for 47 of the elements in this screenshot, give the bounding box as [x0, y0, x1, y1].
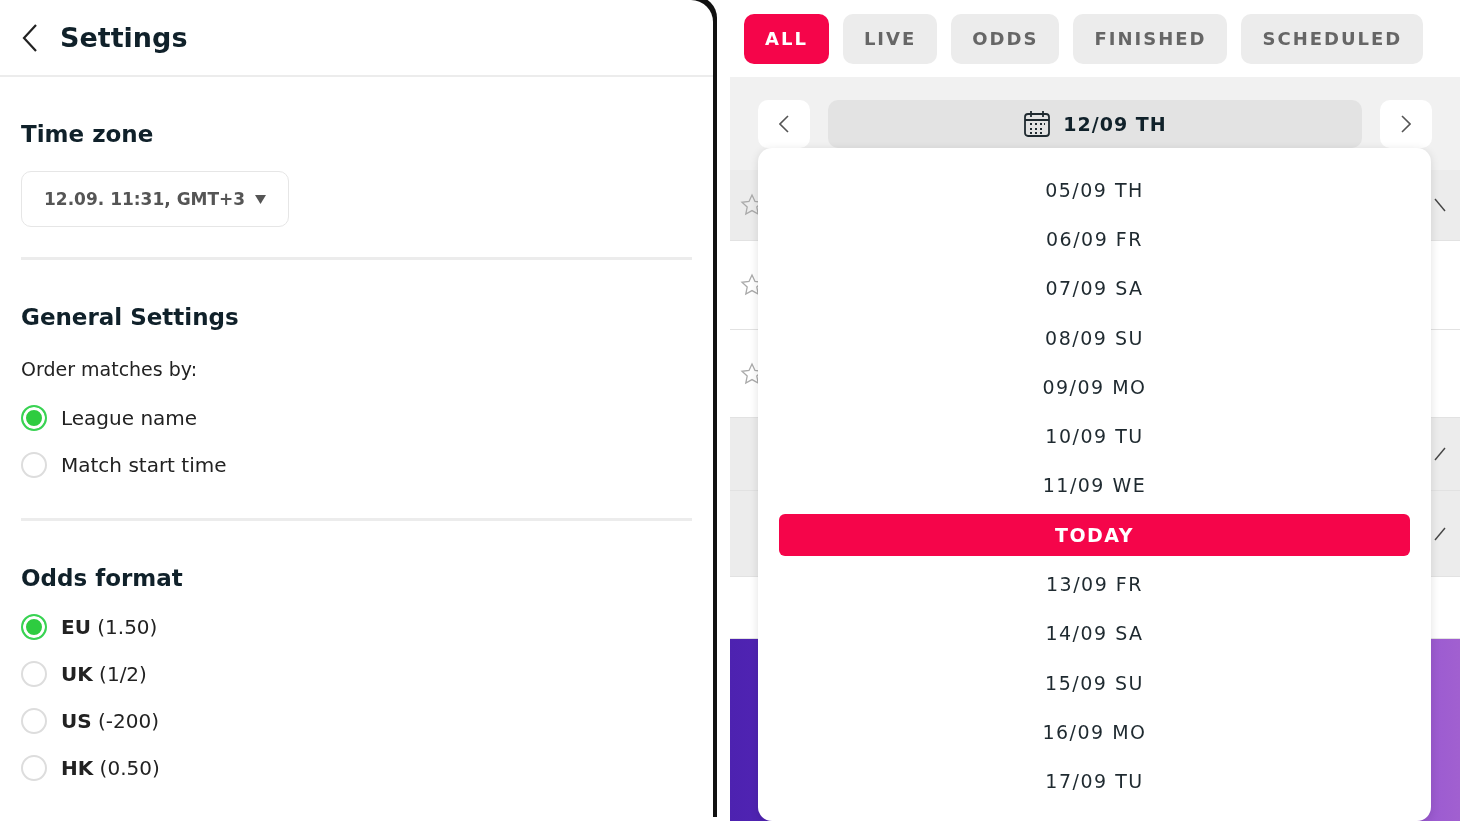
date-option[interactable]: 13/09 FR — [779, 559, 1410, 609]
section-heading: Odds format — [21, 565, 184, 591]
date-option[interactable]: 16/09 MO — [779, 707, 1410, 757]
date-option[interactable]: TODAY — [779, 513, 1410, 556]
radio-button[interactable] — [21, 613, 47, 640]
option-label: US (-200) — [61, 708, 159, 733]
section-heading: General Settings — [21, 304, 240, 330]
radio-button[interactable] — [21, 660, 47, 687]
section-heading: Time zone — [21, 121, 155, 147]
date-option[interactable]: 15/09 SU — [779, 657, 1410, 708]
date-option[interactable]: 11/09 WE — [779, 460, 1410, 511]
option-label: UK (1/2) — [61, 661, 147, 686]
back-icon[interactable] — [22, 23, 38, 52]
date-option[interactable]: 14/09 SA — [779, 608, 1410, 658]
date-option[interactable]: 17/09 TU — [779, 756, 1410, 806]
option-label: League name — [61, 405, 198, 430]
filter-tab[interactable]: FINISHED — [1073, 13, 1228, 64]
time-zone-select[interactable]: 12.09. 11:31, GMT+3 — [21, 171, 290, 227]
filter-tab[interactable]: LIVE — [842, 13, 938, 64]
radio-button[interactable] — [21, 404, 47, 431]
filter-tab[interactable]: ALL — [744, 13, 829, 64]
page-title: Settings — [60, 22, 188, 53]
chevron-icon[interactable] — [1434, 198, 1446, 212]
date-option[interactable]: 06/09 FR — [779, 214, 1410, 264]
radio-button[interactable] — [21, 754, 47, 781]
chevron-icon[interactable] — [1434, 447, 1446, 461]
previous-day-button[interactable] — [758, 99, 810, 148]
option-label: Match start time — [61, 452, 227, 477]
calendar-icon — [1023, 109, 1052, 138]
filter-tab[interactable]: SCHEDULED — [1241, 13, 1424, 64]
chevron-left-icon — [779, 114, 789, 133]
chevron-icon[interactable] — [1434, 526, 1446, 541]
date-option[interactable]: 05/09 TH — [779, 165, 1410, 215]
option-label: HK (0.50) — [61, 755, 160, 780]
radio-button[interactable] — [21, 451, 47, 478]
caret-icon — [255, 194, 267, 204]
option-label: EU (1.50) — [61, 614, 158, 639]
date-option[interactable]: 09/09 MO — [779, 362, 1410, 412]
date-option[interactable]: 07/09 SA — [779, 263, 1410, 313]
date-selector[interactable]: 12/09 TH — [828, 99, 1362, 148]
date-option[interactable]: 08/09 SU — [779, 312, 1410, 363]
next-day-button[interactable] — [1380, 99, 1432, 148]
chevron-right-icon — [1401, 114, 1411, 133]
date-option[interactable]: 10/09 TU — [779, 411, 1410, 461]
radio-button[interactable] — [21, 707, 47, 734]
field-label: Order matches by: — [21, 358, 199, 380]
filter-tab[interactable]: ODDS — [951, 13, 1060, 64]
